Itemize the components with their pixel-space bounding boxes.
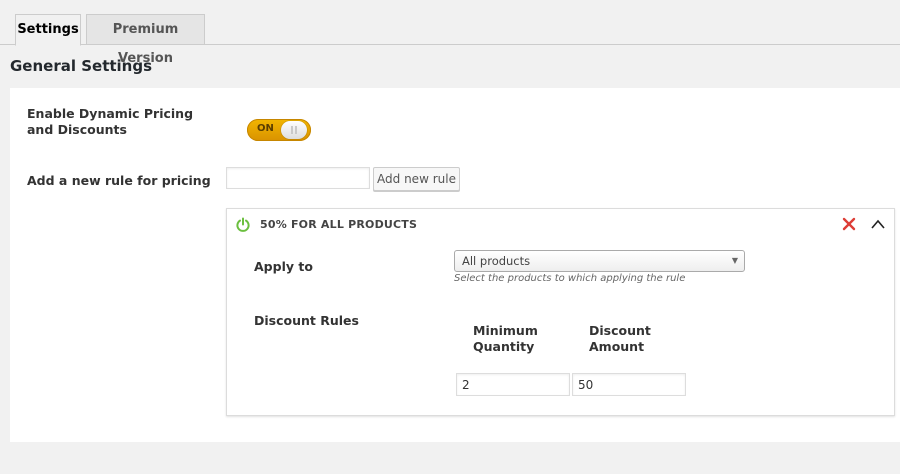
chevron-up-icon[interactable] — [870, 217, 886, 231]
tab-premium-version[interactable]: Premium Version — [86, 14, 205, 66]
apply-to-select[interactable]: All products ▼ — [454, 250, 745, 272]
rule-title: 50% FOR ALL PRODUCTS — [260, 218, 418, 231]
discount-rules-label: Discount Rules — [254, 313, 359, 328]
apply-to-hint: Select the products to which applying th… — [454, 273, 686, 284]
add-new-rule-button[interactable]: Add new rule — [373, 167, 460, 191]
tab-bar: Settings Premium Version — [0, 0, 900, 66]
column-header-discount-amount: Discount Amount — [589, 323, 651, 354]
discount-amount-input[interactable] — [572, 373, 686, 396]
add-rule-label: Add a new rule for pricing — [27, 173, 211, 188]
minimum-quantity-input[interactable] — [456, 373, 570, 396]
apply-to-label: Apply to — [254, 259, 313, 274]
toggle-state-text: ON — [257, 123, 274, 134]
rule-card: 50% FOR ALL PRODUCTS Apply to All produc… — [226, 208, 895, 416]
settings-panel: Enable Dynamic Pricing and Discounts ON … — [10, 88, 900, 442]
triangle-down-icon: ▼ — [731, 256, 738, 265]
apply-to-selected-value: All products — [462, 254, 531, 268]
toggle-knob — [281, 121, 307, 139]
close-icon[interactable] — [842, 217, 856, 231]
section-title: General Settings — [10, 57, 153, 75]
column-header-minimum-quantity: Minimum Quantity — [473, 323, 538, 354]
tab-settings[interactable]: Settings — [15, 14, 81, 46]
enable-pricing-toggle[interactable]: ON — [247, 119, 311, 141]
new-rule-name-input[interactable] — [226, 167, 370, 189]
enable-pricing-label: Enable Dynamic Pricing and Discounts — [27, 106, 194, 137]
power-icon[interactable] — [235, 217, 251, 233]
